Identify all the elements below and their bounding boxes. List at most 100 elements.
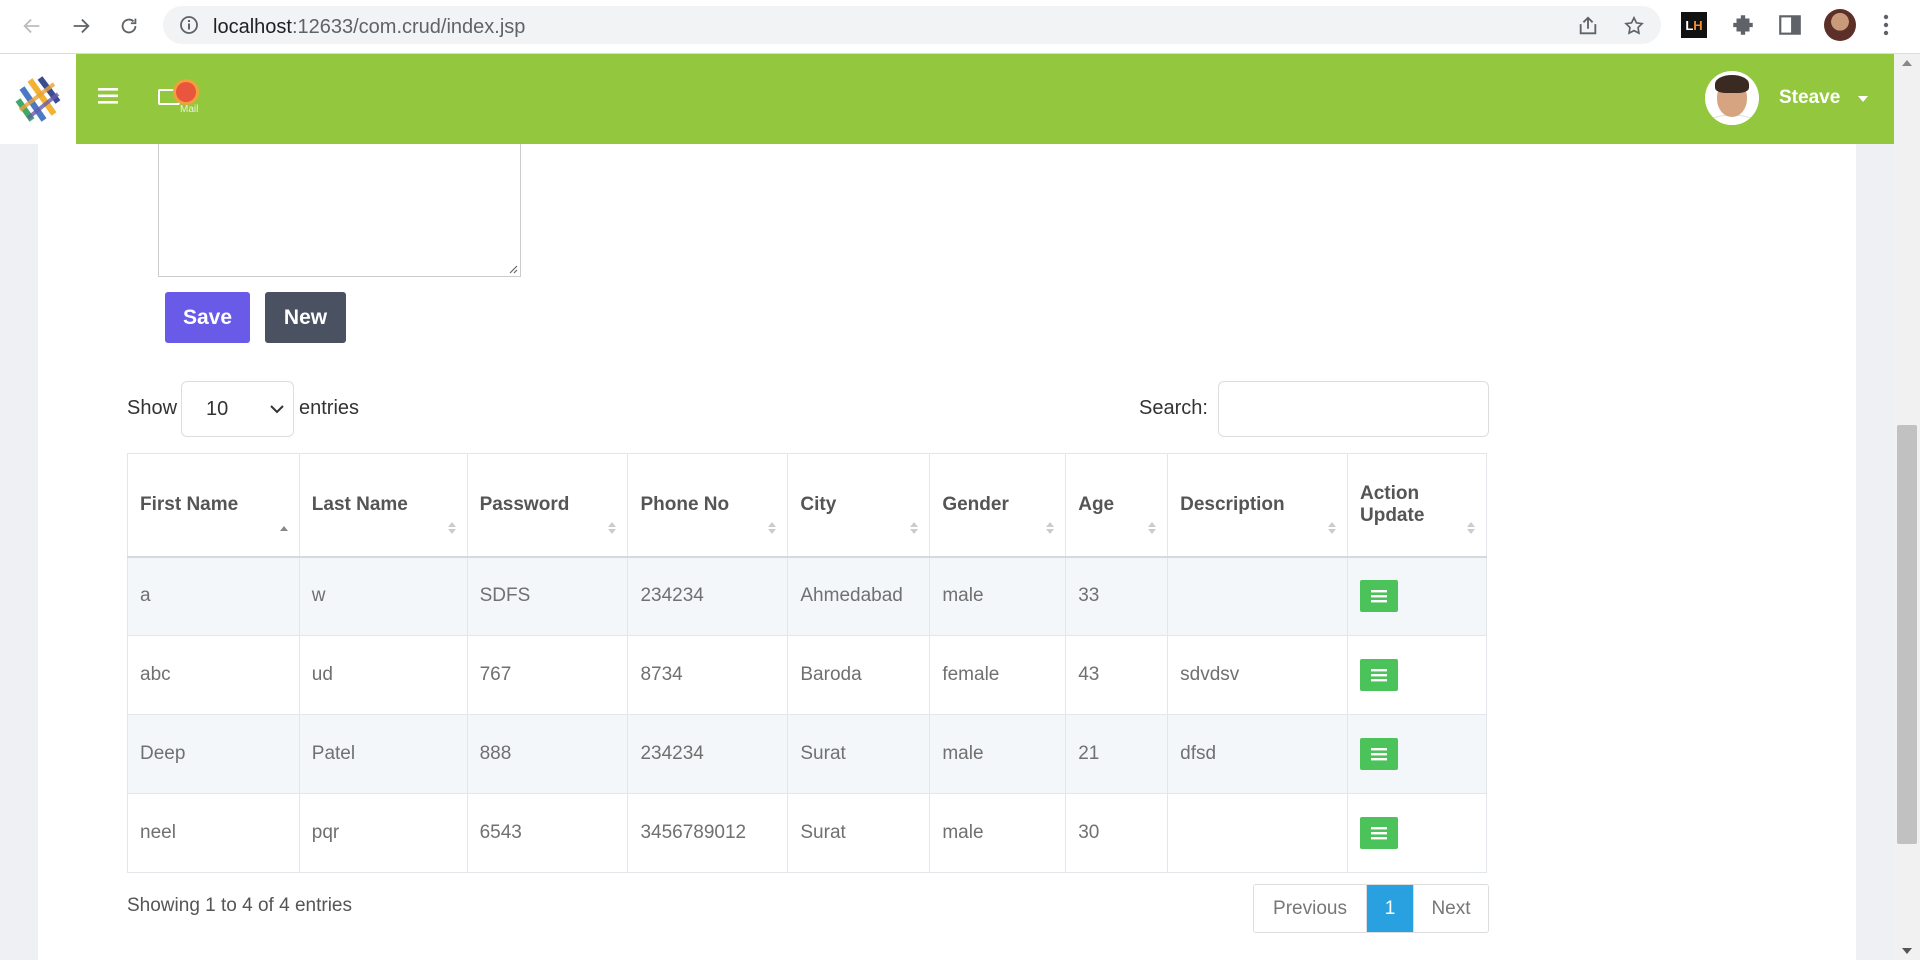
scroll-down-icon[interactable]: [1902, 948, 1912, 954]
cell-first-name: neel: [127, 793, 300, 873]
entries-label: entries: [299, 397, 360, 419]
table-row: abc ud 767 8734 Baroda female 43 sdvdsv: [127, 635, 1487, 715]
update-button[interactable]: [1360, 817, 1398, 849]
cell-phone-no: 8734: [627, 635, 789, 715]
sort-icon: [768, 522, 777, 534]
column-header-last-name[interactable]: Last Name: [298, 453, 468, 558]
description-textarea[interactable]: [158, 144, 521, 277]
column-header-action-update[interactable]: Action Update: [1347, 453, 1487, 558]
cell-phone-no: 234234: [627, 714, 789, 794]
ext-letter-l: L: [1685, 17, 1694, 33]
list-icon: [1371, 590, 1387, 603]
scrollbar-thumb[interactable]: [1897, 425, 1917, 844]
cell-gender: male: [929, 556, 1067, 636]
ext-letter-h: H: [1693, 17, 1703, 33]
entries-per-page-select[interactable]: 10: [181, 381, 294, 437]
new-button[interactable]: New: [265, 292, 346, 343]
cell-password: 6543: [466, 793, 629, 873]
cell-gender: male: [929, 714, 1067, 794]
browser-toolbar: localhost:12633/com.crud/index.jsp LH: [0, 0, 1920, 54]
cell-phone-no: 3456789012: [627, 793, 789, 873]
lighthouse-extension-icon[interactable]: LH: [1681, 12, 1707, 38]
mail-logo-text: Mail: [180, 104, 199, 115]
notification-dot-icon: [176, 82, 196, 102]
mail-logo[interactable]: Mail: [158, 80, 208, 120]
sort-icon: [1467, 522, 1475, 534]
update-button[interactable]: [1360, 738, 1398, 770]
previous-page-button[interactable]: Previous: [1254, 885, 1367, 932]
sort-icon: [910, 522, 919, 534]
update-button[interactable]: [1360, 580, 1398, 613]
page-1-button[interactable]: 1: [1367, 885, 1413, 932]
hamburger-menu-icon[interactable]: [98, 87, 120, 105]
arrow-left-icon: [23, 18, 40, 34]
cell-description: [1167, 793, 1348, 873]
side-panel-icon[interactable]: [1777, 12, 1803, 38]
cell-description: [1167, 556, 1348, 636]
column-header-phone-no[interactable]: Phone No: [627, 453, 789, 558]
scroll-up-icon[interactable]: [1902, 60, 1912, 66]
page-scrollbar[interactable]: [1894, 54, 1920, 960]
column-label: Phone No: [640, 493, 730, 515]
column-label: City: [800, 493, 837, 515]
cell-description: dfsd: [1167, 714, 1348, 794]
user-avatar[interactable]: [1705, 71, 1759, 125]
caret-down-icon[interactable]: [1858, 96, 1868, 102]
list-icon: [1371, 827, 1387, 840]
show-label: Show: [127, 397, 178, 419]
table-header-row: First Name Last Name Password Phone No C…: [127, 453, 1487, 558]
reload-icon: [121, 18, 137, 34]
cell-city: Ahmedabad: [787, 556, 931, 636]
cell-last-name: w: [298, 556, 468, 636]
address-bar[interactable]: localhost:12633/com.crud/index.jsp: [163, 6, 1661, 44]
avatar-hair: [1715, 75, 1749, 93]
column-label: Action Update: [1360, 482, 1425, 526]
column-header-city[interactable]: City: [787, 453, 931, 558]
cell-last-name: Patel: [298, 714, 468, 794]
cell-description: sdvdsv: [1167, 635, 1348, 715]
back-button[interactable]: [16, 10, 48, 42]
cell-action: [1347, 793, 1487, 873]
sort-icon: [447, 522, 456, 534]
chevron-down-icon: [270, 405, 284, 414]
main-content: Save New Show 10 entries Search: First N…: [38, 144, 1856, 960]
cell-city: Surat: [787, 793, 931, 873]
column-label: Last Name: [311, 493, 408, 515]
list-icon: [1371, 669, 1387, 682]
top-navbar: Mail Steave: [76, 54, 1894, 144]
save-button[interactable]: Save: [165, 292, 250, 343]
entries-select-value: 10: [206, 398, 229, 420]
sort-icon: [608, 522, 617, 534]
sort-ascending-icon: [279, 526, 288, 531]
profile-avatar[interactable]: [1824, 9, 1856, 41]
app-logo-icon[interactable]: [14, 74, 62, 124]
column-label: Description: [1180, 493, 1285, 515]
cell-first-name: a: [127, 556, 300, 636]
share-icon[interactable]: [1577, 15, 1599, 37]
next-page-button[interactable]: Next: [1413, 885, 1488, 932]
cell-password: SDFS: [466, 556, 629, 636]
column-header-description[interactable]: Description: [1167, 453, 1348, 558]
site-info-icon[interactable]: [179, 15, 199, 35]
cell-first-name: abc: [127, 635, 300, 715]
cell-first-name: Deep: [127, 714, 300, 794]
user-menu-name[interactable]: Steave: [1779, 87, 1840, 109]
url-text[interactable]: localhost:12633/com.crud/index.jsp: [213, 16, 525, 39]
table-info: Showing 1 to 4 of 4 entries: [127, 895, 352, 916]
cell-action: [1347, 556, 1487, 636]
resize-handle-icon[interactable]: [508, 264, 518, 274]
column-label: Password: [479, 493, 570, 515]
more-menu-icon[interactable]: [1878, 12, 1894, 38]
reload-button[interactable]: [113, 10, 145, 42]
search-input[interactable]: [1218, 381, 1489, 437]
column-header-age[interactable]: Age: [1065, 453, 1169, 558]
update-button[interactable]: [1360, 659, 1398, 691]
column-header-first-name[interactable]: First Name: [127, 453, 300, 558]
column-header-password[interactable]: Password: [466, 453, 629, 558]
bookmark-star-icon[interactable]: [1623, 15, 1645, 37]
column-label: Gender: [942, 493, 1009, 515]
forward-button[interactable]: [65, 10, 97, 42]
extensions-puzzle-icon[interactable]: [1730, 12, 1756, 38]
column-header-gender[interactable]: Gender: [929, 453, 1067, 558]
cell-age: 33: [1065, 556, 1169, 636]
